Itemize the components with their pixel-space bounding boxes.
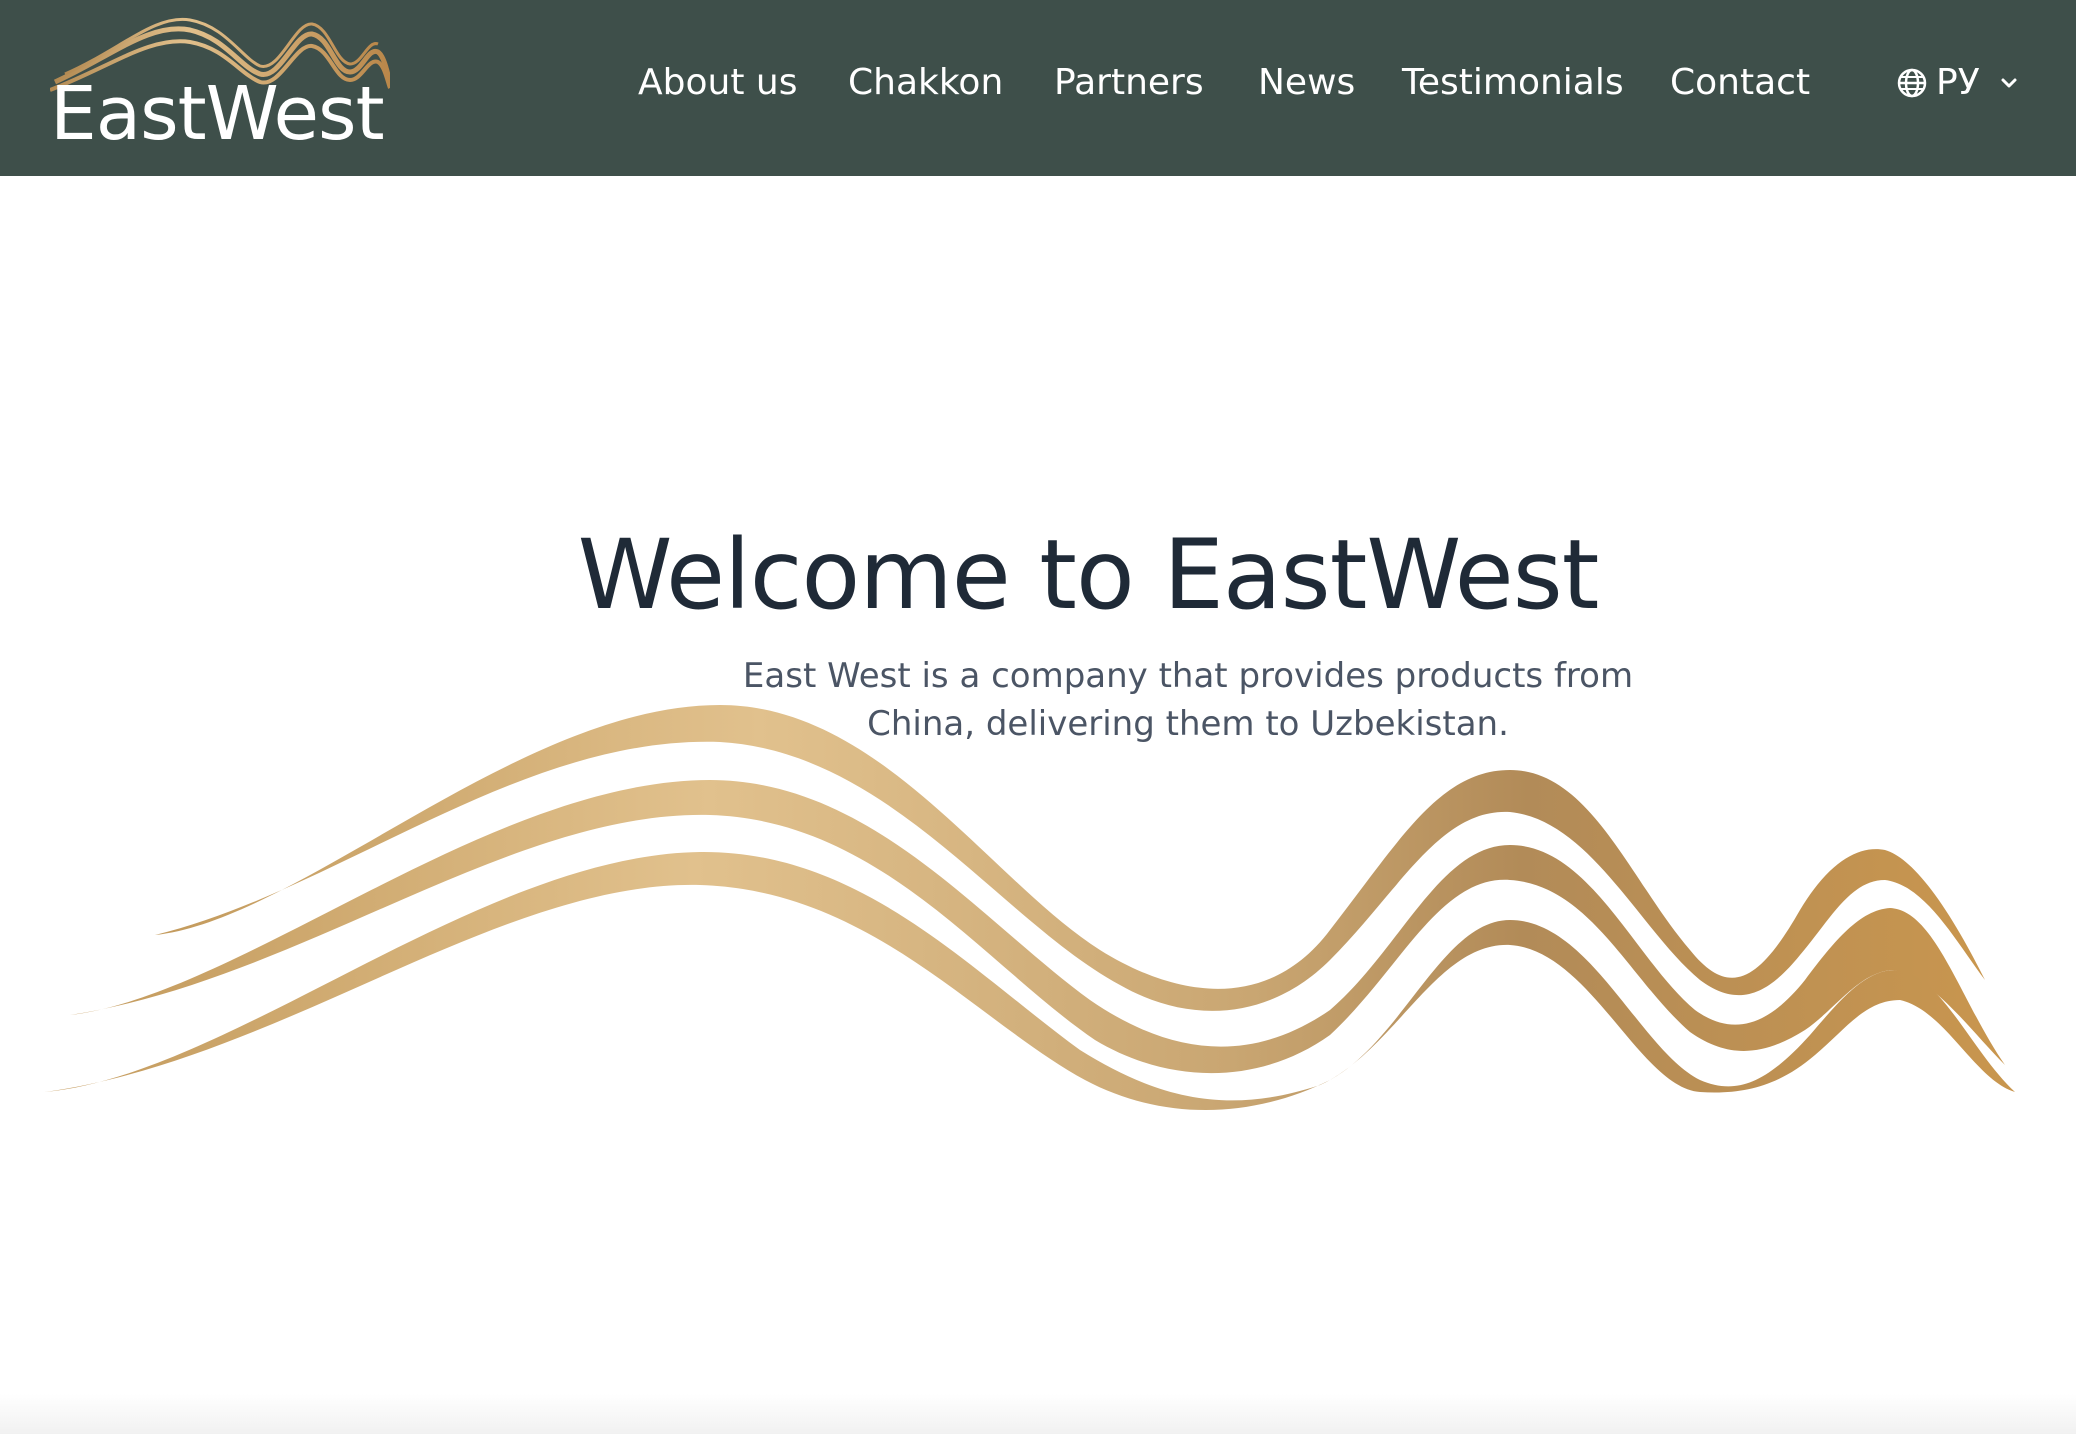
- nav-item-contact[interactable]: Contact: [1670, 58, 1810, 108]
- nav-item-testimonials[interactable]: Testimonials: [1402, 58, 1624, 108]
- hero-subtitle: East West is a company that provides pro…: [678, 652, 1698, 748]
- nav-item-partners[interactable]: Partners: [1054, 58, 1204, 108]
- logo-wordmark: EastWest: [50, 71, 385, 157]
- hero-title: Welcome to EastWest: [577, 519, 1600, 631]
- hero-subtitle-line-1: East West is a company that provides pro…: [742, 656, 1634, 696]
- logo[interactable]: EastWest: [50, 12, 390, 157]
- nav-item-about-us[interactable]: About us: [638, 58, 797, 108]
- chevron-down-icon: [2001, 78, 2017, 88]
- language-label: РУ: [1936, 62, 1980, 103]
- language-selector[interactable]: РУ: [1896, 58, 2020, 108]
- page-bottom-edge: [0, 1394, 2076, 1434]
- hero-waves-graphic: [45, 705, 2015, 1110]
- globe-icon: [1897, 68, 1927, 98]
- site-header: EastWest About us Chakkon Partners News …: [0, 0, 2076, 176]
- nav-item-chakkon[interactable]: Chakkon: [848, 58, 1003, 108]
- hero-subtitle-line-2: China, delivering them to Uzbekistan.: [867, 704, 1509, 744]
- nav-item-news[interactable]: News: [1258, 58, 1355, 108]
- page: EastWest About us Chakkon Partners News …: [0, 0, 2076, 1434]
